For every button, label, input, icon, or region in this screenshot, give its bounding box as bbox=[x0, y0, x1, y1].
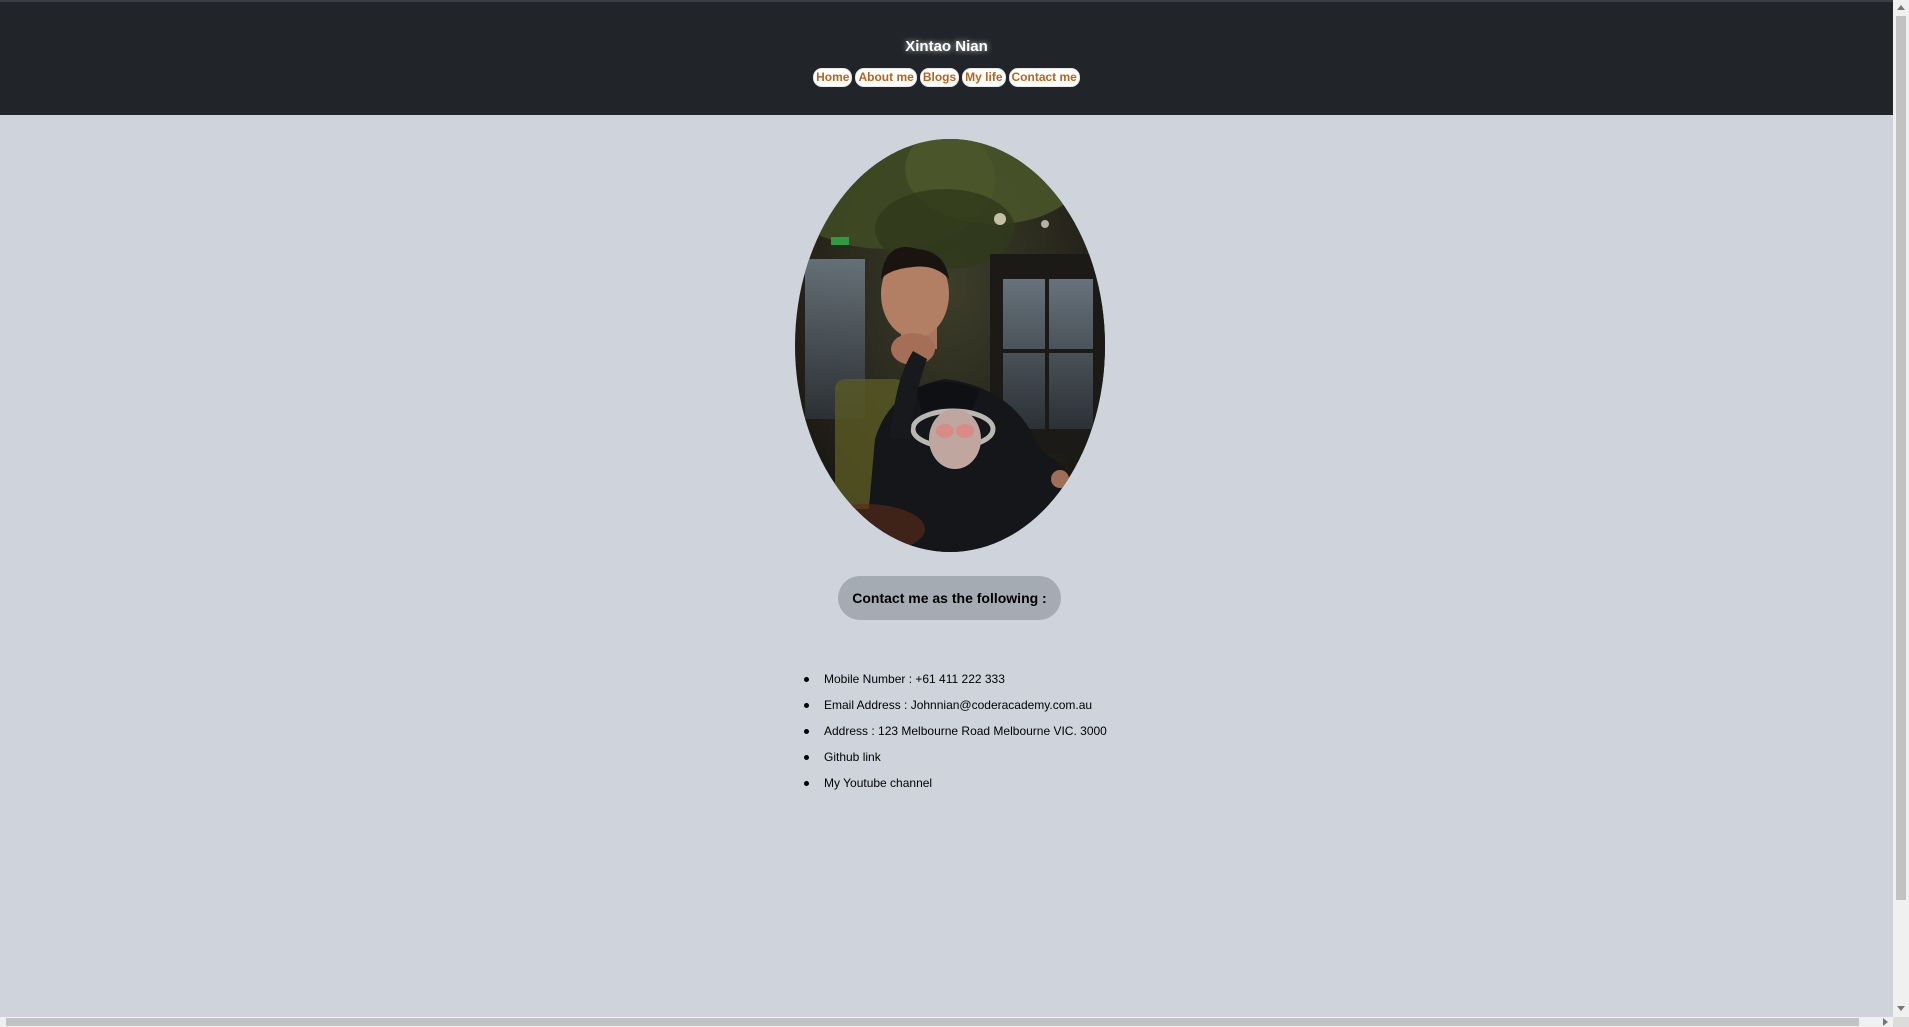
contact-heading: Contact me as the following : bbox=[838, 576, 1061, 620]
horizontal-scroll-thumb[interactable] bbox=[6, 1018, 1859, 1026]
contact-item-mobile: Mobile Number : +61 411 222 333 bbox=[804, 672, 1107, 698]
site-title: Xintao Nian bbox=[905, 38, 988, 55]
nav-home[interactable]: Home bbox=[813, 68, 853, 87]
site-header: Xintao Nian Home About me Blogs My life … bbox=[0, 2, 1893, 115]
github-link[interactable]: Github link bbox=[824, 750, 881, 764]
contact-item-github[interactable]: Github link bbox=[804, 750, 1107, 776]
bullet-icon bbox=[804, 781, 809, 786]
contact-item-address: Address : 123 Melbourne Road Melbourne V… bbox=[804, 724, 1107, 750]
scroll-up-arrow-icon[interactable] bbox=[1897, 5, 1905, 10]
horizontal-scrollbar[interactable] bbox=[0, 1017, 1893, 1027]
scrollbar-corner bbox=[1893, 1017, 1909, 1027]
nav-about-me[interactable]: About me bbox=[855, 68, 917, 87]
youtube-link[interactable]: My Youtube channel bbox=[824, 776, 932, 790]
bullet-icon bbox=[804, 703, 809, 708]
nav-blogs[interactable]: Blogs bbox=[919, 68, 960, 87]
bullet-icon bbox=[804, 755, 809, 760]
contact-item-youtube[interactable]: My Youtube channel bbox=[804, 776, 1107, 802]
scroll-right-arrow-icon[interactable] bbox=[1883, 1018, 1888, 1026]
bullet-icon bbox=[804, 729, 809, 734]
bullet-icon bbox=[804, 677, 809, 682]
contact-item-text: Address : 123 Melbourne Road Melbourne V… bbox=[824, 724, 1107, 738]
contact-list: Mobile Number : +61 411 222 333 Email Ad… bbox=[804, 672, 1107, 802]
page: Xintao Nian Home About me Blogs My life … bbox=[0, 0, 1893, 1017]
nav-contact-me[interactable]: Contact me bbox=[1008, 68, 1080, 87]
scroll-down-arrow-icon[interactable] bbox=[1897, 1006, 1905, 1011]
vertical-scrollbar[interactable] bbox=[1893, 0, 1909, 1017]
contact-item-text: Email Address : Johnnian@coderacademy.co… bbox=[824, 698, 1093, 712]
contact-item-text: Mobile Number : +61 411 222 333 bbox=[824, 672, 1005, 686]
vertical-scroll-thumb[interactable] bbox=[1896, 16, 1906, 900]
profile-photo bbox=[795, 139, 1105, 552]
contact-item-email: Email Address : Johnnian@coderacademy.co… bbox=[804, 698, 1107, 724]
main-nav: Home About me Blogs My life Contact me bbox=[0, 68, 1893, 87]
nav-my-life[interactable]: My life bbox=[962, 68, 1006, 87]
